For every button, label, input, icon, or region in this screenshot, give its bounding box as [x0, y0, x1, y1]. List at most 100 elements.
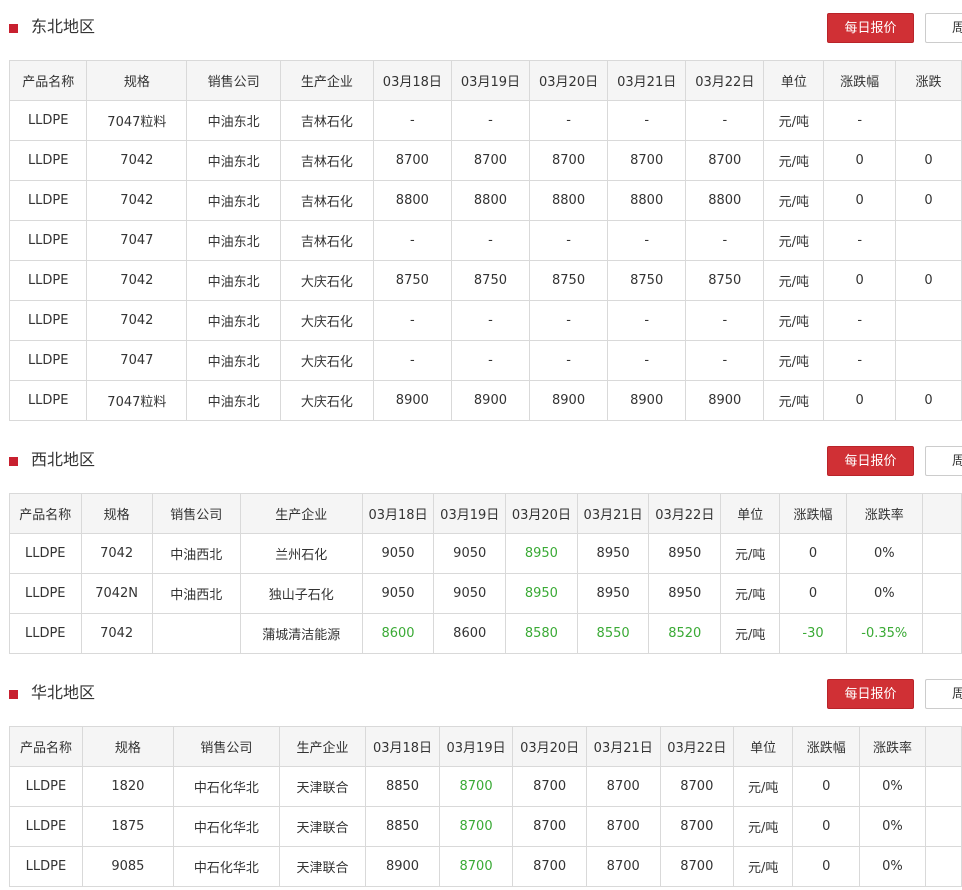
product-name-link[interactable]: LLDPE	[9, 806, 83, 847]
column-header: 单位	[763, 60, 825, 101]
section-header: 西北地区 每日报价 周	[0, 437, 962, 477]
table-cell: -	[372, 100, 452, 141]
table-cell: 8700	[607, 140, 687, 181]
table-cell: -	[685, 340, 765, 381]
table-cell: 0	[792, 846, 861, 887]
table-cell: -	[823, 340, 897, 381]
table-cell: 天津联合	[278, 846, 367, 887]
table-cell: 8700	[529, 140, 609, 181]
product-name-link[interactable]: LLDPE	[8, 380, 88, 421]
table-cell: 8520	[648, 613, 722, 654]
region-section-north: 华北地区 每日报价 周 产品名称 规格 销售公司 生产企业 03月18日 03月19日 03…	[0, 670, 962, 890]
table-cell	[921, 573, 962, 614]
table-cell: 0	[823, 180, 897, 221]
column-header: 涨跌幅	[792, 726, 861, 767]
column-header	[921, 493, 962, 534]
table-cell: 元/吨	[720, 533, 781, 574]
daily-quote-button[interactable]: 每日报价	[827, 679, 914, 709]
product-name-link[interactable]: LLDPE	[8, 300, 88, 341]
column-header: 单位	[720, 493, 781, 534]
column-header: 规格	[86, 60, 188, 101]
table-cell: 元/吨	[763, 220, 825, 261]
section-header: 华北地区 每日报价 周	[0, 670, 962, 710]
table-cell: -	[607, 340, 687, 381]
column-header: 03月18日	[365, 726, 440, 767]
column-header: 销售公司	[172, 726, 280, 767]
table-cell	[895, 340, 962, 381]
table-cell: 8850	[365, 806, 440, 847]
table-cell: 8700	[659, 846, 735, 887]
table-cell: -	[372, 340, 452, 381]
table-cell: -	[372, 220, 452, 261]
table-cell: 0%	[859, 806, 926, 847]
column-header: 生产企业	[239, 493, 363, 534]
table-cell: 8700	[512, 806, 587, 847]
table-cell: 9050	[433, 533, 507, 574]
table-cell: 天津联合	[278, 806, 367, 847]
table-cell: -	[450, 100, 531, 141]
section-title: 西北地区	[31, 450, 96, 469]
price-table: 产品名称 规格 销售公司 生产企业 03月18日 03月19日 03月20日 03月21日 03…	[9, 726, 962, 887]
table-cell: -	[529, 100, 609, 141]
daily-quote-button[interactable]: 每日报价	[827, 13, 914, 43]
table-cell: 8600	[361, 613, 435, 654]
table-cell: 中油东北	[186, 340, 281, 381]
product-name-link[interactable]: LLDPE	[8, 180, 88, 221]
table-cell: 7042	[86, 180, 188, 221]
table-cell: 吉林石化	[279, 140, 374, 181]
column-header: 销售公司	[151, 493, 241, 534]
table-cell: -	[607, 220, 687, 261]
daily-quote-button[interactable]: 每日报价	[827, 446, 914, 476]
table-cell: -	[450, 220, 531, 261]
region-section-northeast: 东北地区 每日报价 周 产品名称 规格 销售公司 生产企业 03月18日 03月19日 03…	[0, 4, 962, 422]
table-cell: -	[450, 340, 531, 381]
table-cell: 0	[823, 140, 897, 181]
product-name-link[interactable]: LLDPE	[8, 220, 88, 261]
table-cell: 8700	[659, 806, 735, 847]
product-name-link[interactable]: LLDPE	[9, 573, 82, 614]
table-cell: 8900	[365, 846, 440, 887]
table-cell: 元/吨	[763, 100, 825, 141]
table-cell	[895, 300, 962, 341]
table-cell: 7047	[86, 340, 188, 381]
table-cell: 元/吨	[733, 766, 794, 807]
table-cell: 中油东北	[186, 220, 281, 261]
product-name-link[interactable]: LLDPE	[9, 766, 83, 807]
weekly-quote-button[interactable]: 周	[925, 679, 962, 709]
product-name-link[interactable]: LLDPE	[9, 613, 82, 654]
table-row: LLDPE 7042N 中油西北 独山子石化 9050 9050 8950 8950 8950 元…	[9, 573, 962, 614]
table-cell: 8700	[512, 846, 587, 887]
table-cell: 大庆石化	[279, 300, 374, 341]
table-cell: 8950	[648, 533, 722, 574]
table-cell: 元/吨	[763, 260, 825, 301]
table-cell: -	[823, 220, 897, 261]
table-row: LLDPE 7042 蒲城清洁能源 8600 8600 8580 8550 8520 元/吨 -3…	[9, 613, 962, 654]
table-cell: 0	[823, 380, 897, 421]
product-name-link[interactable]: LLDPE	[8, 100, 88, 141]
table-cell: 中油西北	[151, 533, 241, 574]
table-cell: 8700	[585, 806, 661, 847]
product-name-link[interactable]: LLDPE	[8, 260, 88, 301]
column-header: 03月20日	[529, 60, 609, 101]
table-cell: 8700	[585, 846, 661, 887]
table-row: LLDPE 7042 中油东北 吉林石化 8800 8800 8800 8800 8800 元/吨…	[8, 180, 962, 221]
column-header: 涨跌率	[859, 726, 926, 767]
product-name-link[interactable]: LLDPE	[9, 846, 83, 887]
product-name-link[interactable]: LLDPE	[8, 340, 88, 381]
column-header: 生产企业	[279, 60, 374, 101]
table-cell: 8550	[576, 613, 650, 654]
column-header: 涨跌率	[845, 493, 923, 534]
product-name-link[interactable]: LLDPE	[8, 140, 88, 181]
table-cell: -	[529, 300, 609, 341]
red-square-marker-icon	[9, 690, 18, 699]
product-name-link[interactable]: LLDPE	[9, 533, 82, 574]
column-header: 生产企业	[278, 726, 367, 767]
table-cell: 0%	[859, 766, 926, 807]
weekly-quote-button[interactable]: 周	[925, 446, 962, 476]
table-cell: 中油东北	[186, 300, 281, 341]
column-header: 03月19日	[450, 60, 531, 101]
weekly-quote-button[interactable]: 周	[925, 13, 962, 43]
table-cell: 8750	[685, 260, 765, 301]
table-cell: 8600	[433, 613, 507, 654]
table-cell: 中石化华北	[172, 766, 280, 807]
